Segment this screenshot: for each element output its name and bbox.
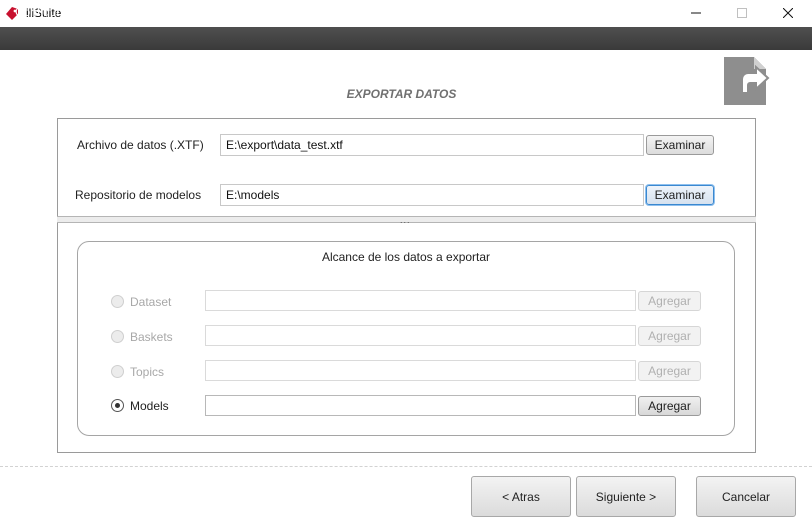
radio-baskets-label: Baskets: [130, 330, 173, 344]
radio-topics-label: Topics: [130, 365, 165, 379]
dataset-input[interactable]: [205, 290, 636, 311]
menu-bar: [0, 27, 812, 50]
models-input[interactable]: [205, 395, 636, 416]
xtf-file-label: Archivo de datos (.XTF): [77, 138, 204, 152]
model-repository-input[interactable]: E:\models: [220, 184, 644, 206]
baskets-add-button[interactable]: Agregar: [638, 326, 701, 346]
radio-models[interactable]: [111, 399, 124, 412]
maximize-icon: [737, 7, 747, 21]
radio-dataset[interactable]: [111, 295, 124, 308]
radio-models-label: Models: [130, 399, 169, 413]
menu-ayuda[interactable]: Ayuda: [104, 5, 138, 19]
baskets-input[interactable]: [205, 325, 636, 346]
page-title: EXPORTAR DATOS: [346, 87, 457, 101]
radio-baskets[interactable]: [111, 330, 124, 343]
models-add-button[interactable]: Agregar: [638, 396, 701, 416]
dataset-add-button[interactable]: Agregar: [638, 291, 701, 311]
topics-add-button[interactable]: Agregar: [638, 361, 701, 381]
xtf-browse-button[interactable]: Examinar: [646, 135, 714, 155]
export-file-icon: [724, 57, 772, 105]
scope-group-title: Alcance de los datos a exportar: [321, 250, 491, 264]
maximize-button[interactable]: [720, 0, 764, 27]
topics-input[interactable]: [205, 360, 636, 381]
radio-dataset-label: Dataset: [130, 295, 172, 309]
menu-configuracion[interactable]: Configuración: [15, 5, 89, 19]
next-button[interactable]: Siguiente >: [576, 476, 676, 517]
minimize-icon: [691, 7, 701, 21]
minimize-button[interactable]: [674, 0, 718, 27]
splitter-grip[interactable]: ...: [400, 215, 411, 225]
close-icon: [782, 7, 794, 21]
close-button[interactable]: [766, 0, 810, 27]
model-repository-label: Repositorio de modelos: [75, 188, 202, 202]
repository-browse-button[interactable]: Examinar: [646, 185, 714, 205]
cancel-button[interactable]: Cancelar: [696, 476, 796, 517]
back-button[interactable]: < Atras: [471, 476, 571, 517]
xtf-file-input[interactable]: E:\export\data_test.xtf: [220, 134, 644, 156]
footer-divider: [0, 466, 812, 467]
radio-topics[interactable]: [111, 365, 124, 378]
